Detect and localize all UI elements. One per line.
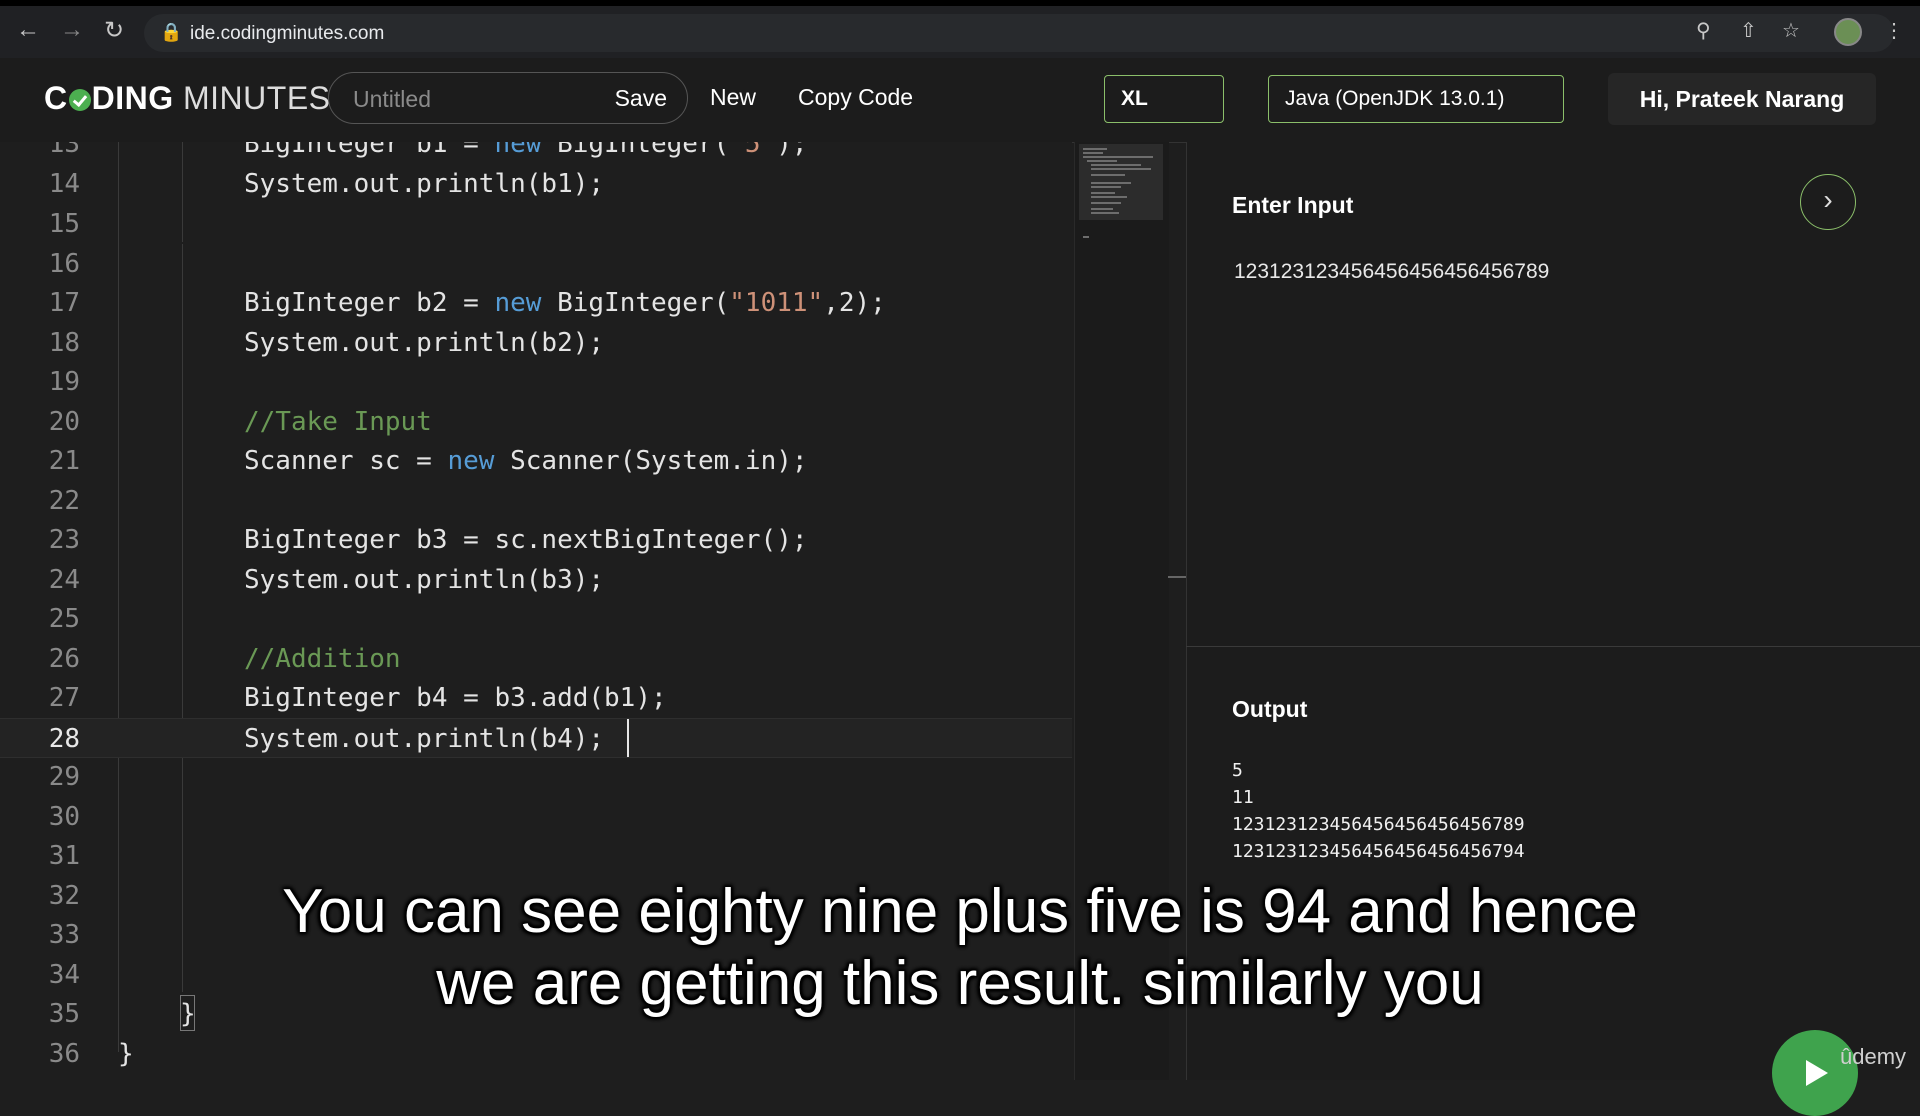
code-text: Scanner sc = new Scanner(System.in);: [244, 446, 808, 476]
scrollbar-thumb[interactable]: [1168, 576, 1186, 578]
code-line: 19: [48, 367, 80, 397]
output-line: 11: [1232, 787, 1254, 808]
code-text: }: [118, 1039, 134, 1069]
reload-icon[interactable]: ↻: [98, 16, 130, 45]
code-comment: //Take Input: [244, 407, 432, 437]
code-line: 36 }: [0, 1034, 1072, 1074]
text-cursor: [627, 719, 629, 757]
code-line: 21 Scanner sc = new Scanner(System.in);: [0, 441, 1072, 481]
filename-box: Save: [328, 72, 688, 124]
panel-divider: [1186, 646, 1920, 647]
app-header: CDING MINUTES Save New Copy Code XL Java…: [0, 58, 1920, 143]
play-icon[interactable]: [1772, 1030, 1858, 1116]
avatar[interactable]: [1834, 18, 1862, 46]
filename-input[interactable]: [351, 83, 575, 115]
code-line: 20 //Take Input: [0, 402, 1072, 442]
output-line: 1231231234564564564564567​89: [1232, 814, 1525, 835]
subtitle-line-1: You can see eighty nine plus five is 94 …: [282, 877, 1638, 946]
zoom-icon[interactable]: ⚲: [1696, 18, 1711, 43]
code-text: System.out.println(b3);: [244, 565, 605, 595]
code-line: 24 System.out.println(b3);: [0, 560, 1072, 600]
lock-icon: 🔒: [160, 22, 183, 42]
star-icon[interactable]: ☆: [1782, 18, 1800, 43]
user-menu-button[interactable]: Hi, Prateek Narang: [1608, 73, 1876, 125]
code-line-current: 28 System.out.println(b4);: [0, 718, 1072, 758]
code-comment: //Addition: [244, 644, 401, 674]
new-button[interactable]: New: [710, 84, 756, 111]
code-line: 29: [48, 762, 80, 792]
share-icon[interactable]: ⇧: [1740, 18, 1757, 43]
back-icon[interactable]: ←: [12, 16, 44, 44]
code-text: System.out.println(b1);: [244, 169, 605, 199]
language-select[interactable]: Java (OpenJDK 13.0.1): [1268, 75, 1564, 123]
url-text: ide.codingminutes.com: [190, 23, 385, 44]
browser-toolbar: ← → ↻ 🔒 ide.codingminutes.com ⚲ ⇧ ☆ ⋮: [0, 0, 1920, 58]
subtitle-line-2: we are getting this result. similarly yo…: [436, 949, 1484, 1018]
output-panel-title: Output: [1232, 696, 1308, 722]
code-line: 25: [48, 604, 80, 634]
code-line: 18 System.out.println(b2);: [0, 323, 1072, 363]
chevron-right-icon: ›: [1823, 184, 1833, 215]
forward-icon[interactable]: →: [56, 16, 88, 44]
copy-code-button[interactable]: Copy Code: [798, 84, 913, 111]
logo: C DING MINUTES: [44, 80, 331, 116]
menu-icon[interactable]: ⋮: [1884, 18, 1904, 43]
output-line: 1231231234564564564564567​94: [1232, 841, 1525, 862]
code-line: 17 BigInteger b2 = new BigInteger("1011"…: [0, 283, 1072, 323]
code-text: BigInteger b1 = new BigInteger("5");: [244, 142, 808, 159]
code-text: BigInteger b4 = b3.add(b1);: [244, 683, 667, 713]
run-button[interactable]: ›: [1800, 174, 1856, 230]
code-text: System.out.println(b4);: [244, 724, 605, 754]
output-line: 5: [1232, 760, 1243, 781]
code-line: 16: [48, 249, 80, 279]
code-line: 26 //Addition: [0, 639, 1072, 679]
code-line: 15: [48, 209, 80, 239]
font-size-select[interactable]: XL: [1104, 75, 1224, 123]
code-line: 22: [48, 486, 80, 516]
code-text: BigInteger b2 = new BigInteger("1011",2)…: [244, 288, 886, 318]
check-icon: [68, 89, 91, 111]
code-text: System.out.println(b2);: [244, 328, 605, 358]
code-line: 14 System.out.println(b1);: [0, 164, 1072, 204]
code-line: 31: [48, 841, 80, 871]
code-line: 23 BigInteger b3 = sc.nextBigInteger();: [0, 520, 1072, 560]
stdin-textarea[interactable]: 12312312345645645645645​6789: [1234, 260, 1549, 284]
code-line: 30: [48, 802, 80, 832]
address-bar[interactable]: 🔒 ide.codingminutes.com: [144, 14, 1894, 52]
save-button[interactable]: Save: [615, 85, 667, 112]
code-line: 13 BigInteger b1 = new BigInteger("5");: [0, 142, 1072, 164]
udemy-watermark: ûdemy: [1840, 1044, 1907, 1069]
code-line: 27 BigInteger b4 = b3.add(b1);: [0, 678, 1072, 718]
code-text: BigInteger b3 = sc.nextBigInteger();: [244, 525, 808, 555]
input-panel-title: Enter Input: [1232, 192, 1354, 218]
